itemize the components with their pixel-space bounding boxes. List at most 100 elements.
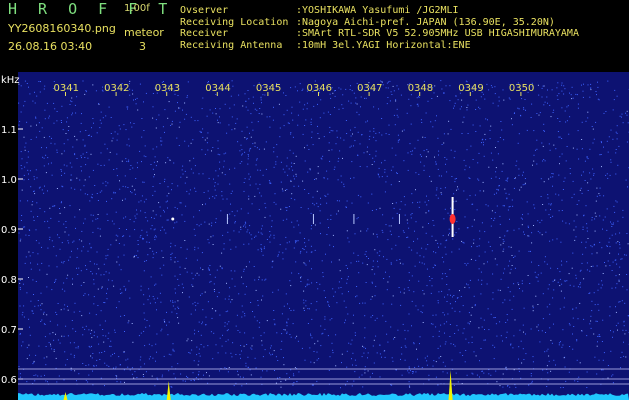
noise-pixel bbox=[375, 150, 377, 152]
noise-pixel bbox=[102, 117, 104, 119]
noise-pixel bbox=[250, 234, 252, 236]
noise-pixel bbox=[461, 99, 463, 101]
noise-pixel bbox=[355, 102, 357, 104]
noise-pixel bbox=[310, 333, 311, 335]
noise-pixel bbox=[530, 373, 532, 374]
noise-pixel bbox=[470, 314, 472, 316]
noise-pixel bbox=[626, 114, 628, 116]
noise-pixel bbox=[334, 95, 336, 97]
noise-pixel bbox=[265, 207, 267, 209]
noise-pixel bbox=[61, 122, 62, 123]
noise-pixel bbox=[171, 366, 173, 368]
noise-pixel bbox=[559, 285, 561, 287]
noise-pixel bbox=[67, 309, 69, 311]
noise-pixel bbox=[451, 359, 453, 361]
noise-pixel bbox=[396, 85, 398, 87]
noise-pixel bbox=[291, 162, 293, 164]
noise-pixel bbox=[537, 230, 539, 232]
noise-pixel bbox=[326, 234, 328, 235]
noise-pixel bbox=[207, 301, 209, 303]
noise-pixel bbox=[598, 283, 600, 285]
noise-pixel bbox=[88, 294, 90, 296]
noise-pixel bbox=[623, 355, 625, 357]
noise-pixel bbox=[549, 149, 551, 151]
noise-pixel bbox=[415, 221, 417, 223]
noise-pixel bbox=[435, 252, 437, 254]
noise-pixel bbox=[92, 84, 94, 86]
noise-pixel bbox=[270, 182, 272, 184]
noise-pixel bbox=[293, 309, 295, 311]
noise-pixel bbox=[193, 157, 195, 159]
noise-pixel bbox=[437, 168, 439, 170]
noise-pixel bbox=[453, 107, 454, 109]
noise-pixel bbox=[93, 365, 95, 367]
noise-pixel bbox=[67, 274, 69, 276]
noise-pixel bbox=[426, 195, 427, 197]
noise-pixel bbox=[578, 376, 580, 378]
noise-pixel bbox=[351, 90, 353, 92]
noise-pixel bbox=[312, 196, 314, 198]
noise-pixel bbox=[104, 350, 106, 352]
noise-pixel bbox=[490, 152, 492, 154]
noise-pixel bbox=[359, 166, 361, 167]
noise-pixel bbox=[282, 190, 284, 192]
noise-pixel bbox=[406, 237, 408, 238]
noise-pixel bbox=[180, 202, 182, 204]
noise-pixel bbox=[372, 260, 374, 262]
noise-pixel bbox=[495, 176, 497, 178]
noise-pixel bbox=[302, 180, 304, 182]
noise-pixel bbox=[536, 139, 538, 141]
noise-pixel bbox=[481, 142, 482, 144]
noise-pixel bbox=[182, 292, 183, 294]
noise-pixel bbox=[408, 279, 410, 281]
noise-pixel bbox=[288, 168, 290, 170]
noise-pixel bbox=[321, 260, 323, 262]
noise-pixel bbox=[341, 278, 343, 280]
noise-pixel bbox=[506, 198, 508, 200]
noise-pixel bbox=[535, 149, 536, 151]
noise-pixel bbox=[314, 343, 316, 345]
noise-pixel bbox=[252, 96, 254, 98]
noise-pixel bbox=[269, 215, 271, 217]
noise-pixel bbox=[562, 189, 564, 190]
noise-pixel bbox=[355, 296, 356, 298]
noise-pixel bbox=[518, 108, 520, 110]
noise-pixel bbox=[229, 287, 231, 289]
noise-pixel bbox=[282, 258, 284, 260]
noise-pixel bbox=[247, 367, 249, 368]
noise-pixel bbox=[248, 195, 250, 197]
noise-pixel bbox=[367, 370, 369, 372]
noise-pixel bbox=[167, 219, 169, 221]
noise-pixel bbox=[135, 178, 137, 179]
noise-pixel bbox=[59, 208, 60, 209]
noise-pixel bbox=[368, 138, 370, 140]
noise-pixel bbox=[561, 210, 563, 211]
noise-pixel bbox=[257, 169, 259, 171]
noise-pixel bbox=[187, 338, 189, 340]
noise-pixel bbox=[542, 160, 544, 162]
noise-pixel bbox=[210, 280, 212, 282]
noise-pixel bbox=[222, 334, 223, 336]
noise-pixel bbox=[120, 315, 122, 317]
noise-pixel bbox=[616, 125, 618, 127]
noise-pixel bbox=[242, 311, 244, 313]
noise-pixel bbox=[44, 85, 46, 87]
noise-pixel bbox=[343, 300, 345, 302]
noise-pixel bbox=[21, 345, 22, 347]
noise-pixel bbox=[498, 185, 500, 187]
noise-pixel bbox=[119, 128, 121, 130]
noise-pixel bbox=[128, 280, 130, 282]
noise-pixel bbox=[436, 95, 438, 97]
noise-pixel bbox=[271, 226, 273, 228]
noise-pixel bbox=[40, 321, 42, 322]
noise-pixel bbox=[135, 103, 137, 105]
noise-pixel bbox=[250, 302, 252, 303]
noise-pixel bbox=[541, 234, 543, 236]
noise-pixel bbox=[329, 356, 331, 358]
noise-pixel bbox=[334, 107, 335, 108]
noise-pixel bbox=[496, 188, 498, 190]
noise-pixel bbox=[149, 295, 150, 297]
noise-pixel bbox=[258, 231, 260, 233]
noise-pixel bbox=[346, 230, 348, 232]
noise-pixel bbox=[92, 118, 94, 119]
